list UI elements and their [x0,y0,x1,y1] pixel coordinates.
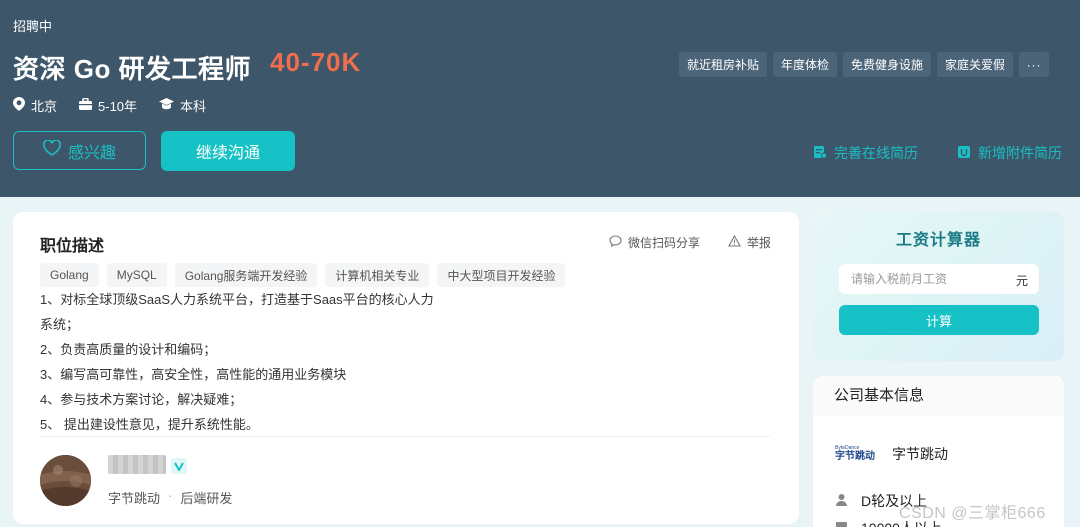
job-meta: 北京 5-10年 本科 [13,96,228,115]
wechat-share-link[interactable]: 微信扫码分享 [609,234,700,251]
benefit-tag: 家庭关爱假 [937,52,1014,77]
company-name[interactable]: 字节跳动 [892,444,948,464]
report-label: 举报 [747,236,772,250]
interest-label: 感兴趣 [67,144,116,162]
share-label: 微信扫码分享 [628,236,701,250]
monthly-salary-input[interactable] [839,264,1039,294]
attachment-resume-icon [957,145,978,162]
complete-resume-link[interactable]: 完善在线简历 [813,143,918,163]
recruiter-info: 字节跳动 · 后端研发 [108,488,232,507]
skill-tags: Golang MySQL Golang服务端开发经验 计算机相关专业 中大型项目… [40,263,573,287]
description-line: 系统； [40,317,80,332]
company-section-title: 公司基本信息 [813,376,1064,416]
experience-label: 5-10年 [98,99,138,114]
divider [40,436,770,437]
company-logo[interactable]: ByteDance 字节跳动 [835,439,875,469]
description-line: 2、负责高质量的设计和编码； [40,342,217,357]
location-pin-icon [13,97,31,114]
recruiter-name-blurred [108,455,166,474]
more-benefits-button[interactable]: ··· [1019,52,1050,77]
report-link[interactable]: 举报 [728,234,771,251]
chat-bubble-icon [609,235,628,250]
people-icon [835,520,861,527]
calculate-button[interactable]: 计算 [839,305,1039,335]
job-header: 招聘中 资深 Go 研发工程师 40-70K 北京 5-10年 本科 感兴趣 继… [0,0,1080,197]
salary-calculator-card: 工资计算器 元 计算 [813,212,1064,361]
calculator-title: 工资计算器 [895,232,981,249]
add-resume-label: 新增附件简历 [978,145,1062,161]
recruiter-role: 后端研发 [180,491,233,506]
continue-chat-button[interactable]: 继续沟通 [161,131,295,171]
add-resume-link[interactable]: 新增附件简历 [957,143,1062,163]
description-line: 1、对标全球顶级SaaS人力系统平台，打造基于Saas平台的核心人力 [40,292,434,307]
skill-tag: 计算机相关专业 [325,263,430,287]
recruiter-company: 字节跳动 [108,491,161,506]
experience-item: 5-10年 [79,96,137,115]
currency-unit: 元 [1016,274,1029,288]
graduation-cap-icon [159,98,180,113]
education-label: 本科 [180,99,207,114]
job-title: 资深 Go 研发工程师 [13,54,252,84]
location-label: 北京 [31,99,58,114]
logo-main-text: 字节跳动 [835,451,875,462]
verified-badge-icon [171,458,187,474]
benefit-tag: 就近租房补贴 [679,52,768,77]
job-description-card: 职位描述 微信扫码分享 举报 Golang MySQL Golang服务端开发经… [13,212,799,524]
benefit-tags: 就近租房补贴 年度体检 免费健身设施 家庭关爱假 ··· [679,52,1055,77]
briefcase-icon [79,97,98,113]
resume-icon [813,145,834,162]
description-line: 3、编写高可靠性，高安全性，高性能的通用业务模块 [40,367,347,382]
funding-icon [835,493,861,509]
job-description: 1、对标全球顶级SaaS人力系统平台，打造基于Saas平台的核心人力 系统； 2… [40,288,434,438]
salary-range: 40-70K [270,47,362,77]
recruiter-avatar[interactable] [40,455,91,506]
watermark: CSDN @三掌柜666 [899,505,1046,522]
section-title: 职位描述 [40,238,105,255]
warning-icon [728,234,747,250]
benefit-tag: 免费健身设施 [843,52,932,77]
separator-dot: · [168,488,173,503]
location-item: 北京 [13,96,57,115]
skill-tag: MySQL [106,263,167,287]
skill-tag: Golang [40,263,99,287]
hiring-status: 招聘中 [13,19,53,34]
skill-tag: Golang服务端开发经验 [174,263,318,287]
benefit-tag: 年度体检 [773,52,838,77]
interest-button[interactable]: 感兴趣 [13,131,146,170]
description-line: 5、 提出建设性意见，提升系统性能。 [40,417,259,432]
education-item: 本科 [159,96,206,115]
skill-tag: 中大型项目开发经验 [437,263,566,287]
heart-icon [43,139,68,161]
description-line: 4、参与技术方案讨论，解决疑难； [40,392,243,407]
complete-resume-label: 完善在线简历 [834,145,918,161]
